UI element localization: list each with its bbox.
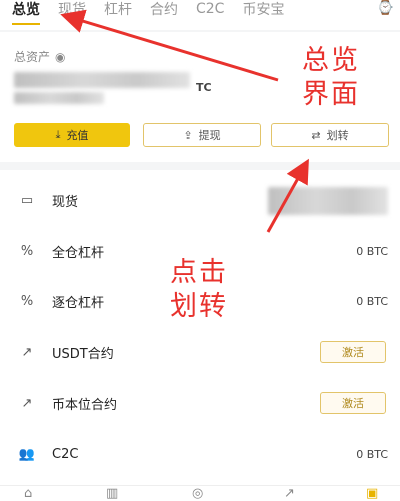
wallet-nav-icon[interactable]: ▣ [366,486,378,501]
futures-icon: ↗ [21,344,33,360]
top-tab-bar: 总览 现货 杠杆 合约 C2C 币安宝 ⌚ [0,0,400,30]
account-label: C2C [52,446,79,462]
markets-icon[interactable]: ▥ [106,486,118,501]
futures-nav-icon[interactable]: ↗ [284,486,295,501]
bottom-navigation: ⌂ ▥ ◎ ↗ ▣ [0,485,400,501]
tab-futures[interactable]: 合约 [150,0,178,19]
annotation-overview: 总览 界面 [302,44,360,112]
annotation-overview-line1: 总览 [302,45,360,76]
eye-icon[interactable]: ◉ [55,50,65,64]
list-item-coin-futures[interactable]: ↗ 币本位合约 激活 [0,378,400,428]
download-icon: ⤓ [55,128,61,141]
activate-button[interactable]: 激活 [320,392,386,414]
tab-overview[interactable]: 总览 [12,0,40,25]
home-icon[interactable]: ⌂ [24,486,32,501]
balance-currency: TC [196,81,212,94]
tab-savings[interactable]: 币安宝 [242,0,284,19]
annotation-click-line1: 点击 [170,257,228,288]
people-icon: 👥 [18,446,36,462]
transfer-button[interactable]: ⇄ 划转 [271,123,389,147]
annotation-click-line2: 划转 [170,291,228,322]
hidden-balance-sub [14,92,104,104]
account-label: 现货 [52,194,79,210]
transfer-icon: ⇄ [311,128,321,142]
trade-icon[interactable]: ◎ [192,486,203,501]
account-value: 0 BTC [356,447,388,461]
total-assets-label: 总资产 ◉ [14,48,66,65]
list-item-usdt-futures[interactable]: ↗ USDT合约 激活 [0,327,400,377]
total-assets-text: 总资产 [14,50,51,64]
tab-c2c[interactable]: C2C [196,1,224,17]
activate-button[interactable]: 激活 [320,341,386,363]
transfer-label: 划转 [326,129,349,142]
account-label: 币本位合约 [52,397,118,413]
account-value: 0 BTC [356,294,388,308]
tab-spot[interactable]: 现货 [58,0,86,19]
withdraw-label: 提现 [198,129,221,142]
withdraw-button[interactable]: ⇪ 提现 [143,123,261,147]
account-tabs: 总览 现货 杠杆 合约 C2C 币安宝 [0,0,302,25]
hidden-balance-main [14,72,190,88]
hidden-spot-value [268,187,388,215]
wallet-icon: ▭ [20,192,34,208]
percent-icon: % [20,293,34,309]
deposit-button[interactable]: ⤓ 充值 [14,123,130,147]
tab-margin[interactable]: 杠杆 [104,0,132,19]
account-value: 0 BTC [356,244,388,258]
list-item-spot[interactable]: ▭ 现货 [0,175,400,225]
futures-icon: ↗ [21,395,33,411]
account-label: 全仓杠杆 [52,245,105,261]
history-icon[interactable]: ⌚ [377,0,394,16]
annotation-click-transfer: 点击 划转 [170,256,228,324]
account-label: USDT合约 [52,346,114,362]
annotation-overview-line2: 界面 [302,79,360,110]
account-list: ▭ 现货 % 全仓杠杆 0 BTC % 逐仓杠杆 0 BTC ↗ USDT合约 … [0,170,400,501]
account-label: 逐仓杠杆 [52,295,105,311]
list-item-c2c[interactable]: 👥 C2C 0 BTC [0,429,400,479]
upload-icon: ⇪ [183,128,193,142]
percent-icon: % [20,243,34,259]
deposit-label: 充值 [66,129,89,142]
